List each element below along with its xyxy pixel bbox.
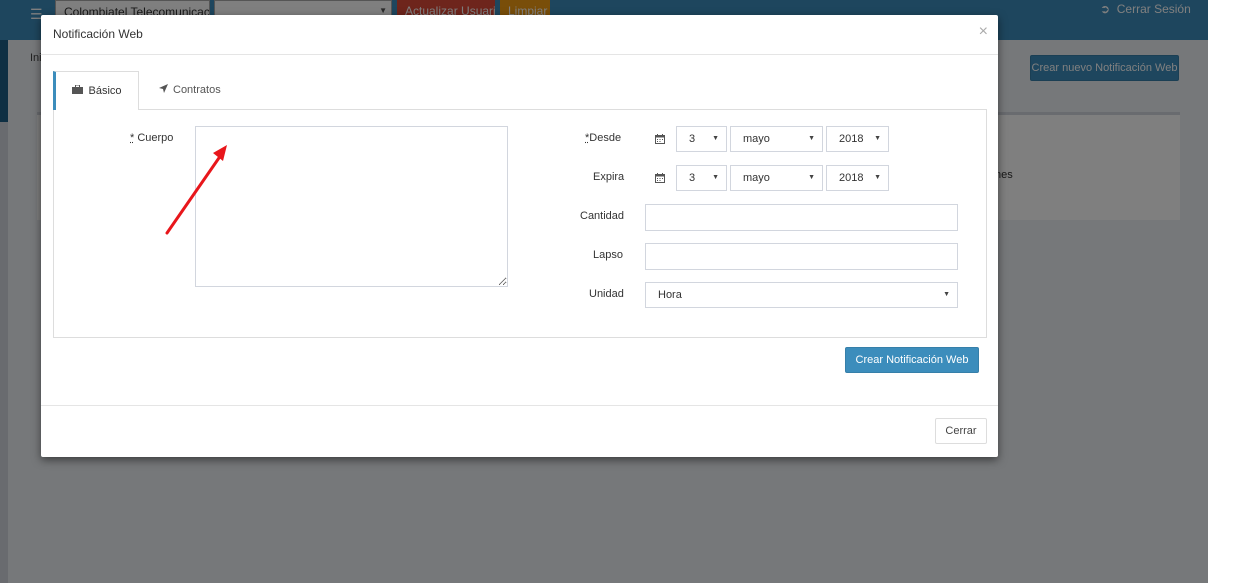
tab-basic[interactable]: Básico bbox=[53, 71, 139, 110]
chevron-down-icon: ▼ bbox=[808, 135, 815, 142]
expires-year-select[interactable]: 2018 ▼ bbox=[826, 165, 889, 191]
chevron-down-icon: ▼ bbox=[943, 291, 950, 298]
from-year-select[interactable]: 2018 ▼ bbox=[826, 126, 889, 152]
expires-year-value: 2018 bbox=[839, 172, 864, 184]
span-label: Lapso bbox=[593, 249, 623, 261]
span-input[interactable] bbox=[645, 243, 958, 270]
from-label-text: Desde bbox=[589, 132, 622, 144]
unit-select[interactable]: Hora ▼ bbox=[645, 282, 958, 308]
page-margin bbox=[1208, 0, 1244, 583]
from-month-select[interactable]: mayo ▼ bbox=[730, 126, 823, 152]
modal-footer-divider bbox=[41, 405, 998, 406]
tab-bar: Básico Contratos bbox=[53, 71, 987, 110]
expires-day-select[interactable]: 3 ▼ bbox=[676, 165, 727, 191]
from-day-select[interactable]: 3 ▼ bbox=[676, 126, 727, 152]
chevron-down-icon: ▼ bbox=[808, 174, 815, 181]
expires-day-value: 3 bbox=[689, 172, 696, 184]
tab-basic-label: Básico bbox=[88, 85, 122, 97]
create-notification-button[interactable]: Crear Notificación Web bbox=[845, 347, 979, 373]
quantity-label: Cantidad bbox=[580, 210, 625, 222]
briefcase-icon bbox=[72, 73, 84, 111]
expires-month-select[interactable]: mayo ▼ bbox=[730, 165, 823, 191]
from-label: *Desde bbox=[585, 132, 621, 144]
tab-contracts-label: Contratos bbox=[173, 84, 221, 96]
modal-title: Notificación Web bbox=[53, 27, 143, 41]
body-label: * Cuerpo bbox=[130, 132, 173, 144]
body-textarea[interactable] bbox=[195, 126, 508, 287]
chevron-down-icon: ▼ bbox=[874, 174, 881, 181]
from-month-value: mayo bbox=[743, 133, 770, 145]
from-year-value: 2018 bbox=[839, 133, 864, 145]
close-button[interactable]: Cerrar bbox=[935, 418, 987, 444]
unit-label: Unidad bbox=[589, 288, 624, 300]
chevron-down-icon: ▼ bbox=[712, 174, 719, 181]
tab-contracts[interactable]: Contratos bbox=[145, 71, 235, 110]
expires-label: Expira bbox=[593, 171, 625, 183]
expires-month-value: mayo bbox=[743, 172, 770, 184]
from-day-value: 3 bbox=[689, 133, 696, 145]
unit-value: Hora bbox=[658, 289, 682, 301]
location-arrow-icon bbox=[159, 72, 168, 110]
chevron-down-icon: ▼ bbox=[874, 135, 881, 142]
notification-modal: Notificación Web × Básico Contratos * Cu… bbox=[41, 15, 998, 457]
chevron-down-icon: ▼ bbox=[712, 135, 719, 142]
quantity-input[interactable] bbox=[645, 204, 958, 231]
body-label-text: Cuerpo bbox=[137, 132, 174, 144]
required-mark: * bbox=[130, 132, 135, 144]
close-icon[interactable]: × bbox=[979, 24, 988, 40]
modal-header: Notificación Web × bbox=[41, 15, 998, 55]
